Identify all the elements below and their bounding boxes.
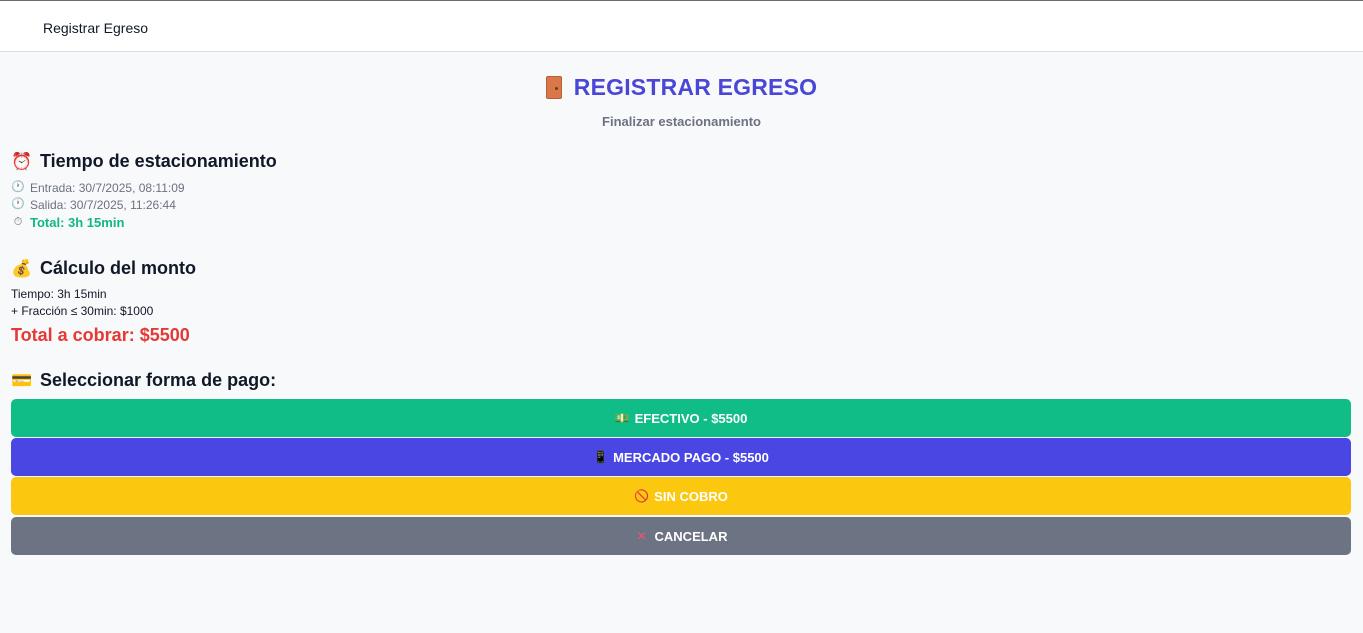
phone-icon: 📱 (593, 450, 609, 464)
page-subtitle: Finalizar estacionamiento (602, 114, 761, 129)
entry-time: 🕐 Entrada: 30/7/2025, 08:11:09 (11, 179, 277, 196)
exit-time: 🕐 Salida: 30/7/2025, 11:26:44 (11, 196, 277, 213)
exit-time-text: Salida: 30/7/2025, 11:26:44 (30, 197, 176, 212)
parking-time-heading-text: Tiempo de estacionamiento (40, 151, 277, 171)
cancel-label: CANCELAR (654, 528, 728, 544)
parking-time-heading: ⏰ Tiempo de estacionamiento (11, 151, 277, 172)
page-header: REGISTRAR EGRESO Finalizar estacionamien… (0, 74, 1363, 129)
clock-icon: 🕐 (11, 198, 25, 210)
dollar-bill-icon: 💵 (614, 411, 630, 425)
payment-method-heading-text: Seleccionar forma de pago: (40, 370, 277, 390)
parking-time-section: ⏰ Tiempo de estacionamiento 🕐 Entrada: 3… (11, 151, 277, 232)
top-bar: Registrar Egreso (0, 0, 1363, 52)
cancel-button[interactable]: ✕ CANCELAR (11, 517, 1351, 555)
mercado-pago-label: MERCADO PAGO - $5500 (613, 449, 769, 465)
fraction-line: + Fracción ≤ 30min: $1000 (11, 304, 154, 318)
door-icon (545, 76, 562, 99)
time-line: Tiempo: 3h 15min (11, 287, 107, 301)
topbar-title: Registrar Egreso (43, 20, 149, 36)
money-bag-icon: 💰 (11, 259, 33, 278)
clock-icon: 🕐 (11, 181, 25, 193)
page-title: REGISTRAR EGRESO (545, 74, 818, 101)
cross-icon: ✕ (636, 529, 647, 543)
total-charge: Total a cobrar: $5500 (11, 325, 190, 345)
credit-card-icon: 💳 (11, 371, 33, 390)
entry-time-text: Entrada: 30/7/2025, 08:11:09 (30, 180, 185, 195)
no-charge-button[interactable]: 🚫 SIN COBRO (11, 477, 1351, 515)
page-title-text: REGISTRAR EGRESO (573, 74, 818, 100)
cash-payment-label: EFECTIVO - $5500 (634, 410, 748, 426)
mercado-pago-button[interactable]: 📱 MERCADO PAGO - $5500 (11, 438, 1351, 476)
amount-calculation-heading: 💰 Cálculo del monto (11, 258, 196, 279)
alarm-clock-icon: ⏰ (11, 152, 33, 171)
cash-payment-button[interactable]: 💵 EFECTIVO - $5500 (11, 399, 1351, 437)
prohibited-icon: 🚫 (634, 489, 650, 503)
total-time: ⏱ Total: 3h 15min (11, 213, 277, 232)
payment-method-section: 💳 Seleccionar forma de pago: (11, 370, 276, 391)
stopwatch-icon: ⏱ (13, 216, 23, 228)
total-time-text: Total: 3h 15min (30, 215, 125, 230)
amount-calculation-section: 💰 Cálculo del monto Tiempo: 3h 15min + F… (11, 258, 196, 346)
amount-calculation-heading-text: Cálculo del monto (40, 258, 197, 278)
no-charge-label: SIN COBRO (654, 488, 728, 504)
payment-method-heading: 💳 Seleccionar forma de pago: (11, 370, 276, 391)
